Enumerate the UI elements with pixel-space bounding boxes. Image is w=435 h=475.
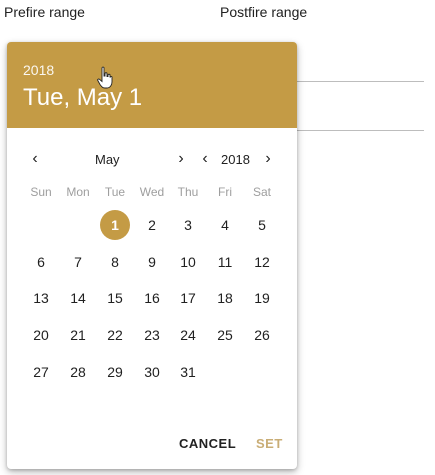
header-year[interactable]: 2018 — [23, 62, 54, 78]
day-cell[interactable]: 29 — [100, 357, 130, 387]
postfire-range-label: Postfire range — [220, 4, 308, 20]
prev-month-button[interactable]: ‹ — [27, 149, 43, 169]
day-cell[interactable]: 27 — [26, 357, 56, 387]
day-cell[interactable]: 2 — [137, 210, 167, 240]
day-cell[interactable]: 21 — [63, 320, 93, 350]
cancel-button[interactable]: CANCEL — [179, 436, 236, 451]
day-cell[interactable]: 11 — [210, 247, 240, 277]
weekday-wed: Wed — [139, 185, 165, 199]
month-label: May — [95, 152, 120, 167]
day-cell[interactable]: 14 — [63, 283, 93, 313]
day-cell[interactable]: 22 — [100, 320, 130, 350]
weekday-tue: Tue — [104, 185, 126, 199]
day-cell[interactable]: 23 — [137, 320, 167, 350]
day-cell[interactable]: 26 — [247, 320, 277, 350]
next-year-button[interactable]: › — [260, 149, 276, 169]
day-cell[interactable]: 12 — [247, 247, 277, 277]
day-cell[interactable]: 19 — [247, 283, 277, 313]
day-cell[interactable]: 5 — [247, 210, 277, 240]
day-cell[interactable]: 25 — [210, 320, 240, 350]
set-button[interactable]: SET — [256, 436, 283, 451]
date-picker-dialog: 2018 Tue, May 1 ‹ May › ‹ 2018 › Sun Mon… — [7, 42, 297, 469]
year-label: 2018 — [221, 152, 250, 167]
day-cell[interactable]: 7 — [63, 247, 93, 277]
header-selected-date[interactable]: Tue, May 1 — [23, 84, 142, 112]
next-month-button[interactable]: › — [173, 149, 189, 169]
selected-day-cell[interactable]: 1 — [100, 210, 130, 240]
weekday-mon: Mon — [66, 185, 90, 199]
weekday-thu: Thu — [177, 185, 199, 199]
day-cell[interactable]: 6 — [26, 247, 56, 277]
day-cell[interactable]: 13 — [26, 283, 56, 313]
day-cell[interactable]: 9 — [137, 247, 167, 277]
weekday-fri: Fri — [218, 185, 232, 199]
prev-year-button[interactable]: ‹ — [197, 149, 213, 169]
day-cell[interactable]: 3 — [173, 210, 203, 240]
day-cell[interactable]: 15 — [100, 283, 130, 313]
day-cell[interactable]: 16 — [137, 283, 167, 313]
day-cell[interactable]: 30 — [137, 357, 167, 387]
hand-cursor-icon — [97, 66, 113, 89]
day-cell[interactable]: 31 — [173, 357, 203, 387]
day-cell[interactable]: 17 — [173, 283, 203, 313]
day-cell[interactable]: 20 — [26, 320, 56, 350]
day-cell[interactable]: 4 — [210, 210, 240, 240]
day-cell[interactable]: 24 — [173, 320, 203, 350]
prefire-range-label: Prefire range — [4, 4, 85, 20]
day-cell[interactable]: 18 — [210, 283, 240, 313]
day-cell[interactable]: 28 — [63, 357, 93, 387]
weekday-sat: Sat — [252, 185, 271, 199]
day-cell[interactable]: 10 — [173, 247, 203, 277]
day-cell[interactable]: 8 — [100, 247, 130, 277]
weekday-sun: Sun — [30, 185, 52, 199]
date-picker-header: 2018 Tue, May 1 — [7, 42, 297, 128]
